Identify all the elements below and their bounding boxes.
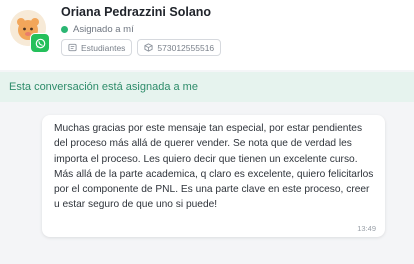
assignment-status-label: Asignado a mí <box>73 24 134 35</box>
contact-name: Oriana Pedrazzini Solano <box>61 5 212 19</box>
message-bubble[interactable]: Muchas gracias por este mensaje tan espe… <box>42 115 385 237</box>
message-text: Muchas gracias por este mensaje tan espe… <box>54 123 374 211</box>
phone-chip[interactable]: 573012555516 <box>137 39 222 56</box>
message-timestamp: 13:49 <box>357 224 376 233</box>
whatsapp-icon <box>30 33 50 53</box>
contact-tags: Estudiantes 573012555516 <box>61 39 222 56</box>
assignment-banner: Esta conversación está asignada a me <box>0 72 414 102</box>
conversation-header: Oriana Pedrazzini Solano Asignado a mí E… <box>0 0 414 70</box>
tag-chip-estudiantes[interactable]: Estudiantes <box>61 39 133 56</box>
assignment-status: Asignado a mí <box>61 24 134 35</box>
phone-chip-label: 573012555516 <box>157 42 215 53</box>
status-dot-icon <box>61 26 68 33</box>
tag-chip-label: Estudiantes <box>81 42 126 53</box>
phone-icon <box>144 43 153 52</box>
assignment-banner-text: Esta conversación está asignada a me <box>9 81 198 93</box>
tag-icon <box>68 43 77 52</box>
